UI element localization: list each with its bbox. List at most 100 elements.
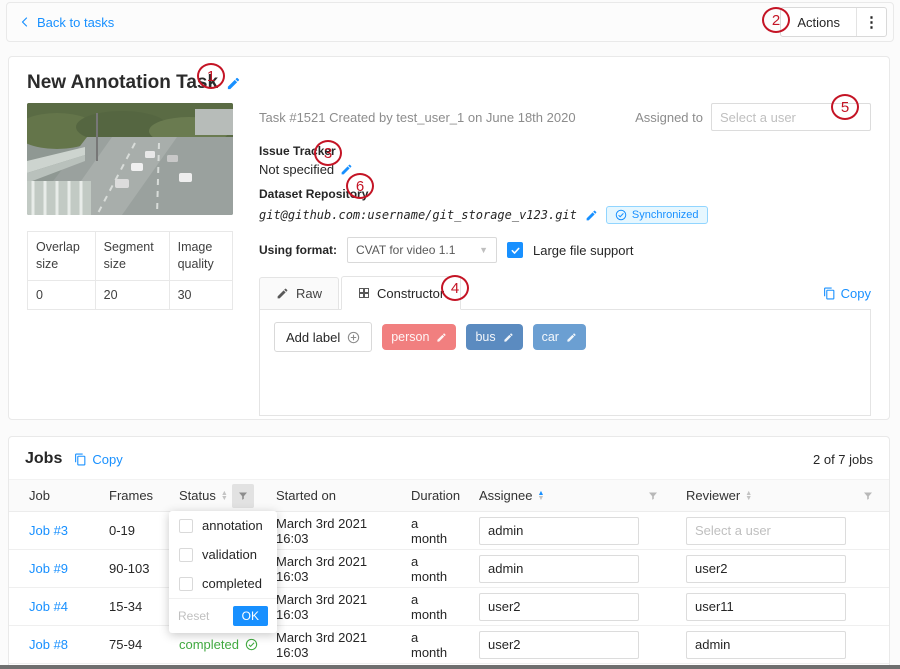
job-frames: 90-103 bbox=[109, 561, 149, 576]
tab-raw[interactable]: Raw bbox=[259, 277, 339, 309]
job-status-completed: completed bbox=[179, 637, 258, 652]
job-status: completed bbox=[179, 637, 239, 652]
copy-icon bbox=[74, 453, 87, 466]
col-status: Status bbox=[179, 488, 216, 503]
reviewer-filter-icon[interactable] bbox=[857, 484, 879, 508]
annotation-marker-5: 5 bbox=[831, 94, 859, 120]
filter-option-validation[interactable]: validation bbox=[169, 540, 277, 569]
copy-icon bbox=[823, 287, 836, 300]
job-row: Job #9 90-103 March 3rd 2021 16:03 a mon… bbox=[9, 550, 889, 588]
edit-label-icon[interactable] bbox=[566, 332, 577, 343]
edit-repository-icon[interactable] bbox=[585, 209, 598, 222]
job-reviewer-select[interactable] bbox=[686, 631, 846, 659]
job-reviewer-select[interactable] bbox=[686, 517, 846, 545]
task-params-table: Overlap size Segment size Image quality … bbox=[27, 231, 233, 310]
job-duration: a month bbox=[411, 630, 447, 660]
sync-check-icon bbox=[615, 209, 627, 221]
jobs-table: Job Frames Status ▲▼ Started on Duration bbox=[9, 479, 889, 664]
filter-reset-button[interactable]: Reset bbox=[178, 609, 209, 623]
status-filter-icon[interactable] bbox=[232, 484, 254, 508]
edit-title-icon[interactable] bbox=[226, 76, 241, 91]
dataset-repository-url[interactable]: git@github.com:username/git_storage_v123… bbox=[259, 208, 577, 222]
task-meta: Task #1521 Created by test_user_1 on Jun… bbox=[259, 110, 576, 125]
job-started: March 3rd 2021 16:03 bbox=[276, 592, 367, 622]
checkbox-unchecked[interactable] bbox=[179, 577, 193, 591]
add-label-text: Add label bbox=[286, 330, 340, 345]
job-reviewer-select[interactable] bbox=[686, 593, 846, 621]
filter-ok-button[interactable]: OK bbox=[233, 606, 268, 626]
status-filter-dropdown: annotation validation completed Reset OK bbox=[169, 511, 277, 633]
funnel-icon bbox=[237, 490, 249, 502]
filter-option-completed[interactable]: completed bbox=[169, 569, 277, 598]
job-started: March 3rd 2021 16:03 bbox=[276, 516, 367, 546]
large-file-support-label: Large file support bbox=[533, 243, 633, 258]
checkbox-unchecked[interactable] bbox=[179, 548, 193, 562]
jobs-copy-label: Copy bbox=[92, 452, 122, 467]
format-select[interactable]: CVAT for video 1.1 ▼ bbox=[347, 237, 497, 263]
actions-label: Actions bbox=[797, 15, 840, 30]
jobs-count: 2 of 7 jobs bbox=[813, 452, 873, 467]
label-tag-name: bus bbox=[475, 330, 495, 344]
task-preview-column: Overlap size Segment size Image quality … bbox=[27, 103, 233, 416]
check-icon bbox=[510, 245, 521, 256]
large-file-support-checkbox[interactable] bbox=[507, 242, 523, 258]
annotation-marker-3: 3 bbox=[314, 140, 342, 166]
format-select-value: CVAT for video 1.1 bbox=[356, 243, 455, 257]
check-circle-icon bbox=[245, 638, 258, 651]
job-link[interactable]: Job #8 bbox=[29, 637, 68, 652]
top-bar: Back to tasks Actions ⋮ bbox=[6, 2, 894, 42]
col-assignee: Assignee bbox=[479, 488, 532, 503]
col-frames: Frames bbox=[109, 488, 153, 503]
task-preview-image bbox=[27, 103, 233, 215]
actions-button[interactable]: Actions bbox=[781, 8, 856, 36]
chevron-left-icon bbox=[19, 16, 31, 28]
filter-option-annotation[interactable]: annotation bbox=[169, 511, 277, 540]
task-title: New Annotation Task bbox=[27, 72, 218, 94]
edit-issue-tracker-icon[interactable] bbox=[340, 163, 353, 176]
job-link[interactable]: Job #4 bbox=[29, 599, 68, 614]
task-info-column: Task #1521 Created by test_user_1 on Jun… bbox=[259, 103, 871, 416]
job-duration: a month bbox=[411, 554, 447, 584]
edit-label-icon[interactable] bbox=[503, 332, 514, 343]
jobs-copy-button[interactable]: Copy bbox=[74, 452, 122, 467]
col-started: Started on bbox=[276, 488, 336, 503]
param-header: Overlap size bbox=[28, 232, 96, 281]
checkbox-unchecked[interactable] bbox=[179, 519, 193, 533]
status-sorter[interactable]: ▲▼ bbox=[221, 491, 228, 501]
add-label-button[interactable]: Add label bbox=[274, 322, 372, 352]
task-detail-page: Back to tasks Actions ⋮ New Annotation T… bbox=[0, 0, 900, 669]
assignee-filter-icon[interactable] bbox=[642, 484, 664, 508]
job-link[interactable]: Job #9 bbox=[29, 561, 68, 576]
job-row: Job #3 0-19 March 3rd 2021 16:03 a month bbox=[9, 512, 889, 550]
job-assignee-select[interactable] bbox=[479, 555, 639, 583]
filter-option-label: completed bbox=[202, 576, 262, 591]
edit-label-icon[interactable] bbox=[436, 332, 447, 343]
using-format-label: Using format: bbox=[259, 243, 337, 257]
label-tag-person[interactable]: person bbox=[382, 324, 456, 350]
blocks-icon bbox=[358, 287, 370, 299]
reviewer-sorter[interactable]: ▲▼ bbox=[745, 491, 752, 501]
tab-raw-label: Raw bbox=[296, 286, 322, 301]
labels-copy-button[interactable]: Copy bbox=[823, 286, 871, 301]
job-assignee-select[interactable] bbox=[479, 517, 639, 545]
back-to-tasks-link[interactable]: Back to tasks bbox=[19, 15, 114, 30]
annotation-marker-1: 1 bbox=[197, 63, 225, 89]
assignee-sorter[interactable]: ▲▼ bbox=[537, 491, 544, 501]
pencil-icon bbox=[276, 287, 289, 300]
job-assignee-select[interactable] bbox=[479, 593, 639, 621]
labels-constructor-panel: Add label person bus car bbox=[259, 310, 871, 416]
col-duration: Duration bbox=[411, 488, 460, 503]
label-tag-bus[interactable]: bus bbox=[466, 324, 522, 350]
window-edge bbox=[0, 665, 900, 669]
param-value: 30 bbox=[169, 280, 232, 309]
actions-more-button[interactable]: ⋮ bbox=[856, 8, 886, 36]
job-duration: a month bbox=[411, 516, 447, 546]
label-tag-car[interactable]: car bbox=[533, 324, 586, 350]
more-icon: ⋮ bbox=[864, 13, 879, 31]
tab-constructor-label: Constructor bbox=[377, 286, 444, 301]
job-link[interactable]: Job #3 bbox=[29, 523, 68, 538]
issue-tracker-label: Issue Tracker bbox=[259, 144, 871, 158]
job-reviewer-select[interactable] bbox=[686, 555, 846, 583]
job-assignee-select[interactable] bbox=[479, 631, 639, 659]
col-reviewer: Reviewer bbox=[686, 488, 740, 503]
